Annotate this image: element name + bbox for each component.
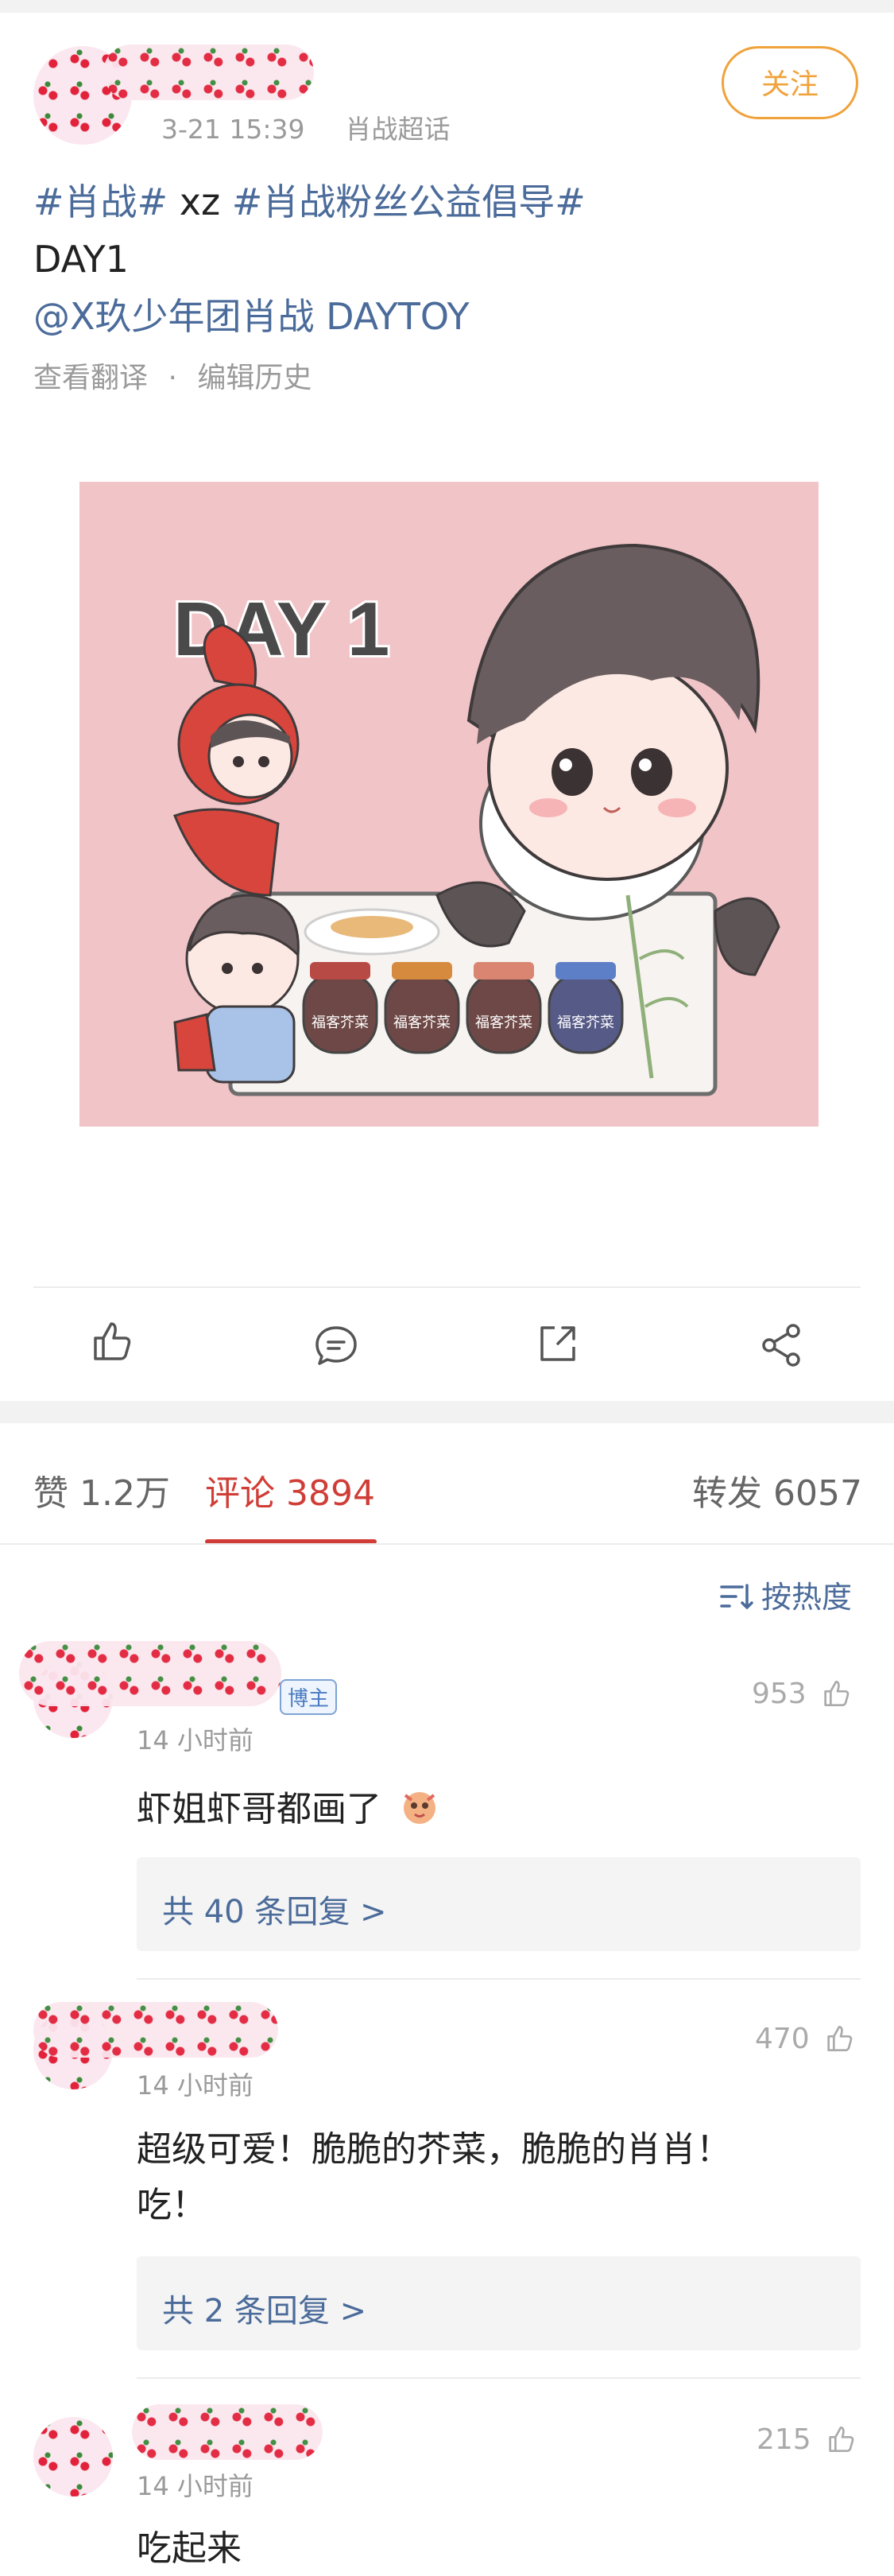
comment-avatar[interactable] bbox=[33, 2417, 113, 2496]
comment-like-count: 215 bbox=[757, 2423, 811, 2456]
thumb-up-icon bbox=[824, 1681, 849, 1706]
top-strip bbox=[0, 0, 894, 13]
comment-like[interactable]: 953 bbox=[752, 1678, 852, 1710]
follow-button[interactable]: 关注 bbox=[722, 46, 858, 119]
thumb-up-icon bbox=[829, 2427, 854, 2452]
translate-link[interactable]: 查看翻译 bbox=[33, 362, 148, 394]
share-icon[interactable] bbox=[758, 1321, 806, 1372]
sticker-emoji bbox=[404, 1792, 435, 1824]
hashtag-xiaozhan[interactable]: #肖战# bbox=[33, 180, 168, 223]
mention-link[interactable]: @X玖少年团肖战 DAYTOY bbox=[33, 288, 470, 345]
hashtag-charity[interactable]: #肖战粉丝公益倡导# bbox=[232, 180, 586, 223]
comment-icon[interactable] bbox=[312, 1321, 360, 1372]
post-text-line-2: DAY1 bbox=[33, 238, 129, 281]
separator-dot: · bbox=[168, 362, 177, 394]
action-bar-divider bbox=[33, 1286, 861, 1288]
comment-like-count: 953 bbox=[752, 1678, 807, 1710]
comment-divider bbox=[137, 2377, 861, 2379]
post-time: 3-21 15:39 bbox=[161, 114, 305, 145]
comment-time: 14 小时前 bbox=[137, 1725, 253, 1755]
reply-count-link[interactable]: 共 2 条回复 > bbox=[162, 2285, 366, 2331]
svg-text:福客芥菜: 福客芥菜 bbox=[312, 1014, 369, 1030]
tab-likes[interactable]: 赞 1.2万 bbox=[33, 1465, 170, 1515]
reply-summary-box[interactable]: 共 40 条回复 > bbox=[137, 1857, 861, 1951]
tab-reposts[interactable]: 转发 6057 bbox=[692, 1465, 862, 1515]
comment-time: 14 小时前 bbox=[137, 2471, 253, 2501]
sort-label: 按热度 bbox=[761, 1580, 853, 1615]
like-icon[interactable] bbox=[87, 1317, 135, 1368]
section-separator bbox=[0, 1401, 894, 1423]
post-illustration: DAY 1 福客芥菜 福客芥菜 福客芥菜 福客芥菜 bbox=[79, 482, 819, 1127]
thumb-up-icon bbox=[827, 2026, 853, 2051]
sort-icon bbox=[720, 1584, 753, 1609]
comment-divider bbox=[137, 1978, 861, 1980]
comment-author-name-redacted[interactable] bbox=[19, 1641, 281, 1706]
comment-text-line-1: 超级可爱！脆脆的芥菜，脆脆的肖肖！ bbox=[137, 2129, 731, 2170]
comment-author-name-redacted[interactable] bbox=[132, 2404, 323, 2460]
post-sub-actions: 查看翻译 · 编辑历史 bbox=[33, 355, 312, 396]
post-text-line-1: #肖战# xz #肖战粉丝公益倡导# bbox=[33, 173, 586, 231]
post-meta: 3-21 15:39 肖战超话 bbox=[161, 108, 451, 146]
comment-time: 14 小时前 bbox=[137, 2070, 253, 2101]
edit-history-link[interactable]: 编辑历史 bbox=[197, 362, 312, 394]
comment-like[interactable]: 470 bbox=[755, 2023, 855, 2055]
reply-summary-box[interactable]: 共 2 条回复 > bbox=[137, 2256, 861, 2350]
post-text-xz: xz bbox=[168, 180, 232, 223]
post-image[interactable]: DAY 1 福客芥菜 福客芥菜 福客芥菜 福客芥菜 bbox=[79, 482, 819, 1127]
blogger-badge: 博主 bbox=[280, 1679, 338, 1715]
comment-like[interactable]: 215 bbox=[757, 2423, 857, 2456]
tab-comments[interactable]: 评论 3894 bbox=[205, 1465, 375, 1515]
comment-text: 虾姐虾哥都画了 bbox=[137, 1783, 442, 1837]
comment-author-name-redacted[interactable] bbox=[33, 2002, 278, 2058]
repost-icon[interactable] bbox=[534, 1320, 582, 1371]
post-author-name-redacted[interactable] bbox=[103, 45, 314, 100]
svg-text:福客芥菜: 福客芥菜 bbox=[475, 1014, 532, 1030]
svg-text:福客芥菜: 福客芥菜 bbox=[557, 1014, 614, 1030]
reply-count-link[interactable]: 共 40 条回复 > bbox=[162, 1886, 387, 1932]
sort-by-hot[interactable]: 按热度 bbox=[718, 1573, 852, 1616]
comment-text: 吃起来 bbox=[137, 2528, 242, 2569]
comment-like-count: 470 bbox=[755, 2023, 810, 2055]
svg-text:福客芥菜: 福客芥菜 bbox=[393, 1014, 451, 1030]
post-source[interactable]: 肖战超话 bbox=[346, 114, 451, 145]
tabs-divider bbox=[0, 1543, 894, 1545]
comment-text-line-2: 吃！ bbox=[137, 2185, 207, 2225]
